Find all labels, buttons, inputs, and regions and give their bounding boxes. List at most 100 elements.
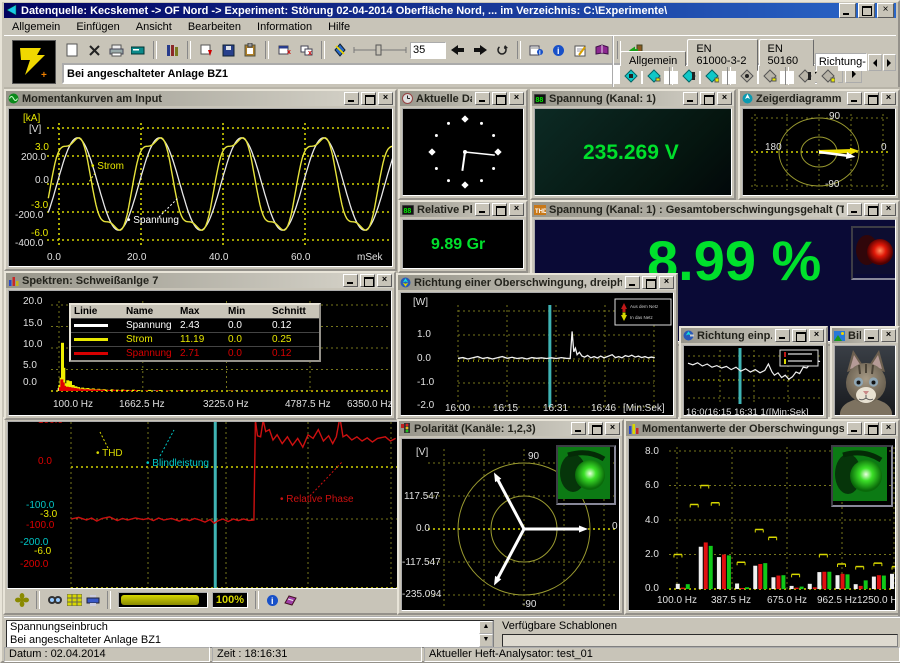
close-button[interactable]: × — [659, 276, 674, 289]
save-button[interactable] — [218, 41, 238, 60]
minimize-button[interactable] — [839, 3, 856, 18]
minimize-button[interactable] — [847, 203, 862, 216]
nav-forward-button[interactable] — [470, 41, 490, 60]
table-icon[interactable] — [67, 594, 82, 606]
bild-titlebar[interactable]: Bild × — [832, 328, 898, 343]
richtung1-titlebar[interactable]: Richtung einp... × — [681, 328, 826, 343]
wizard-button[interactable] — [330, 41, 350, 60]
search-icon[interactable] — [47, 594, 63, 606]
window-info-button[interactable]: i — [526, 41, 546, 60]
maximize-button[interactable] — [642, 276, 657, 289]
maximize-button[interactable] — [864, 92, 879, 105]
close-button[interactable]: × — [881, 329, 896, 342]
print-chart-icon[interactable] — [86, 594, 100, 607]
polaritaet-titlebar[interactable]: Polarität (Kanäle: 1,2,3) × — [399, 421, 622, 436]
spektren-titlebar[interactable]: Spektren: Schweißanlge 7 × — [6, 273, 394, 288]
maximize-button[interactable] — [700, 92, 715, 105]
logbook-icon[interactable] — [283, 594, 297, 606]
maximize-button[interactable] — [361, 92, 376, 105]
info-icon[interactable]: i — [266, 594, 279, 607]
tab-scroll-left[interactable] — [868, 54, 881, 71]
menu-item-ansicht[interactable]: Ansicht — [128, 21, 180, 33]
spannung-titlebar[interactable]: 88 Spannung (Kanal: 1) × — [532, 91, 734, 106]
minimize-button[interactable] — [864, 329, 879, 342]
relphase-titlebar[interactable]: 88 Relative Phase... × — [400, 202, 526, 217]
zoom-slider[interactable] — [352, 43, 408, 57]
minimize-button[interactable] — [475, 92, 490, 105]
pinwheel-icon[interactable] — [15, 593, 29, 607]
minimize-button[interactable] — [571, 422, 586, 435]
minimize-button[interactable] — [344, 92, 359, 105]
close-button[interactable]: × — [509, 203, 524, 216]
momentankurven-titlebar[interactable]: Momentankurven am Input × — [6, 91, 395, 106]
close-button[interactable]: × — [877, 3, 894, 18]
notes-button[interactable] — [570, 41, 590, 60]
zeiger-titlebar[interactable]: Zeigerdiagramm × — [740, 91, 898, 106]
close-button[interactable]: × — [881, 203, 896, 216]
listbox-scrollbar[interactable]: ▲ ▼ — [479, 621, 493, 647]
direction-symbol-button-2[interactable] — [643, 66, 664, 86]
info-button[interactable]: i — [548, 41, 568, 60]
minimize-button[interactable] — [847, 92, 862, 105]
delete-button[interactable] — [84, 41, 104, 60]
list-item[interactable]: Spannungseinbruch — [7, 621, 493, 634]
nav-back-button[interactable] — [448, 41, 468, 60]
help-book-button[interactable] — [592, 41, 612, 60]
app-titlebar[interactable]: Datenquelle: Kecskemet -> OF Nord -> Exp… — [4, 3, 896, 18]
menu-item-hilfe[interactable]: Hilfe — [320, 21, 358, 33]
direction-symbol-button-8[interactable] — [817, 66, 838, 86]
direction-symbol-button-6[interactable] — [759, 66, 780, 86]
menu-item-information[interactable]: Information — [249, 21, 320, 33]
page-number-input[interactable] — [410, 42, 446, 59]
maximize-button[interactable] — [864, 203, 879, 216]
close-window-button[interactable]: x — [274, 41, 294, 60]
card-button[interactable] — [128, 41, 148, 60]
close-button[interactable]: × — [377, 274, 392, 287]
maximize-button[interactable] — [492, 92, 507, 105]
list-item[interactable]: Bei angeschalteter Anlage BZ1 — [7, 634, 493, 647]
close-button[interactable]: × — [605, 422, 620, 435]
close-button[interactable]: × — [881, 92, 896, 105]
print-button[interactable] — [106, 41, 126, 60]
paste-button[interactable] — [240, 41, 260, 60]
scroll-down-button[interactable]: ▼ — [479, 634, 493, 647]
tab-scroll-right[interactable] — [883, 54, 896, 71]
maximize-button[interactable] — [588, 422, 603, 435]
maximize-button[interactable] — [864, 422, 879, 435]
maximize-button[interactable] — [492, 203, 507, 216]
minimize-button[interactable] — [343, 274, 358, 287]
minimize-button[interactable] — [847, 422, 862, 435]
menu-item-bearbeiten[interactable]: Bearbeiten — [180, 21, 249, 33]
direction-symbol-button-5[interactable] — [736, 66, 757, 86]
scroll-up-button[interactable]: ▲ — [479, 621, 493, 634]
event-listbox[interactable]: Spannungseinbruch Bei angeschalteter Anl… — [6, 620, 494, 648]
minimize-button[interactable] — [625, 276, 640, 289]
library-button[interactable] — [162, 41, 182, 60]
minimize-button[interactable] — [775, 329, 790, 342]
new-document-button[interactable] — [62, 41, 82, 60]
maximize-button[interactable] — [792, 329, 807, 342]
direction-symbol-button-7[interactable] — [794, 66, 815, 86]
close-button[interactable]: × — [717, 92, 732, 105]
menu-item-allgemein[interactable]: Allgemein — [4, 21, 68, 33]
direction-symbol-button-4[interactable] — [701, 66, 722, 86]
thd-titlebar[interactable]: THD Spannung (Kanal: 1) : Gesamtoberschw… — [532, 202, 898, 217]
momentanwerte-titlebar[interactable]: Momentanwerte der Oberschwingungsspann..… — [626, 421, 898, 436]
close-button[interactable]: × — [881, 422, 896, 435]
refresh-button[interactable] — [492, 41, 512, 60]
minimize-button[interactable] — [683, 92, 698, 105]
close-button[interactable]: × — [809, 329, 824, 342]
close-button[interactable]: × — [378, 92, 393, 105]
menu-item-einfuegen[interactable]: Einfügen — [68, 21, 127, 33]
minimize-button[interactable] — [475, 203, 490, 216]
richtung3-titlebar[interactable]: Richtung einer Oberschwingung, dreiphasi… — [398, 275, 676, 290]
schablonen-field[interactable] — [502, 634, 898, 647]
direction-symbol-button-3[interactable] — [678, 66, 699, 86]
export-button[interactable] — [196, 41, 216, 60]
cascade-windows-button[interactable]: x — [296, 41, 316, 60]
clock-titlebar[interactable]: Aktuelle Daten... × — [400, 91, 526, 106]
maximize-button[interactable] — [858, 3, 875, 18]
maximize-button[interactable] — [360, 274, 375, 287]
direction-symbol-button-1[interactable] — [620, 66, 641, 86]
close-button[interactable]: × — [509, 92, 524, 105]
